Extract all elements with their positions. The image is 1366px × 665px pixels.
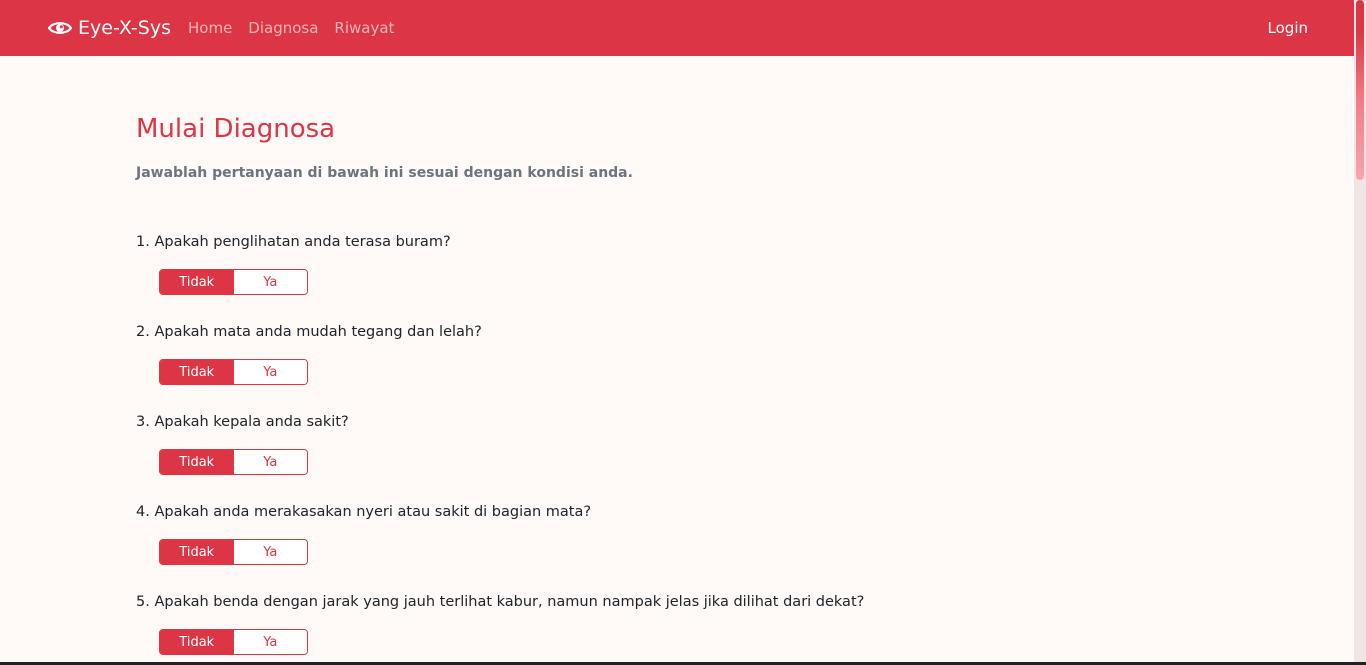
nav-link-diagnosa[interactable]: Diagnosa — [248, 19, 318, 37]
question-text: 1. Apakah penglihatan anda terasa buram? — [136, 234, 451, 250]
question-item: 4. Apakah anda merakasakan nyeri atau sa… — [136, 502, 1236, 592]
page-scrollbar[interactable] — [1354, 0, 1366, 665]
navbar: Eye-X-Sys Home Diagnosa Riwayat Login — [0, 0, 1354, 56]
main-content: Mulai Diagnosa Jawablah pertanyaan di ba… — [136, 113, 1236, 665]
nav-link-home[interactable]: Home — [188, 19, 232, 37]
answer-toggle: Tidak Ya — [159, 359, 308, 385]
answer-yes-button[interactable]: Ya — [233, 450, 307, 474]
nav-link-riwayat[interactable]: Riwayat — [334, 19, 394, 37]
login-link[interactable]: Login — [1268, 0, 1308, 56]
question-text: 3. Apakah kepala anda sakit? — [136, 414, 349, 430]
question-item: 1. Apakah penglihatan anda terasa buram?… — [136, 232, 1236, 322]
question-item: 5. Apakah benda dengan jarak yang jauh t… — [136, 592, 1236, 665]
answer-toggle: Tidak Ya — [159, 269, 308, 295]
answer-toggle: Tidak Ya — [159, 449, 308, 475]
nav-links: Home Diagnosa Riwayat — [188, 0, 410, 56]
question-item: 3. Apakah kepala anda sakit? Tidak Ya — [136, 412, 1236, 502]
answer-no-button[interactable]: Tidak — [160, 540, 234, 564]
brand-name: Eye-X-Sys — [78, 17, 171, 39]
answer-no-button[interactable]: Tidak — [160, 450, 234, 474]
page-subtitle: Jawablah pertanyaan di bawah ini sesuai … — [136, 165, 633, 181]
page-title: Mulai Diagnosa — [136, 114, 336, 144]
answer-no-button[interactable]: Tidak — [160, 270, 234, 294]
eye-icon — [48, 22, 72, 34]
question-item: 2. Apakah mata anda mudah tegang dan lel… — [136, 322, 1236, 412]
question-text: 2. Apakah mata anda mudah tegang dan lel… — [136, 324, 482, 340]
answer-no-button[interactable]: Tidak — [160, 630, 234, 654]
answer-toggle: Tidak Ya — [159, 539, 308, 565]
answer-yes-button[interactable]: Ya — [233, 360, 307, 384]
brand-link[interactable]: Eye-X-Sys — [48, 0, 171, 56]
answer-yes-button[interactable]: Ya — [233, 270, 307, 294]
question-text: 5. Apakah benda dengan jarak yang jauh t… — [136, 594, 865, 610]
scrollbar-thumb[interactable] — [1356, 0, 1364, 180]
question-text: 4. Apakah anda merakasakan nyeri atau sa… — [136, 504, 592, 520]
question-list: 1. Apakah penglihatan anda terasa buram?… — [136, 232, 1236, 665]
answer-no-button[interactable]: Tidak — [160, 360, 234, 384]
answer-toggle: Tidak Ya — [159, 629, 308, 655]
answer-yes-button[interactable]: Ya — [233, 540, 307, 564]
answer-yes-button[interactable]: Ya — [233, 630, 307, 654]
